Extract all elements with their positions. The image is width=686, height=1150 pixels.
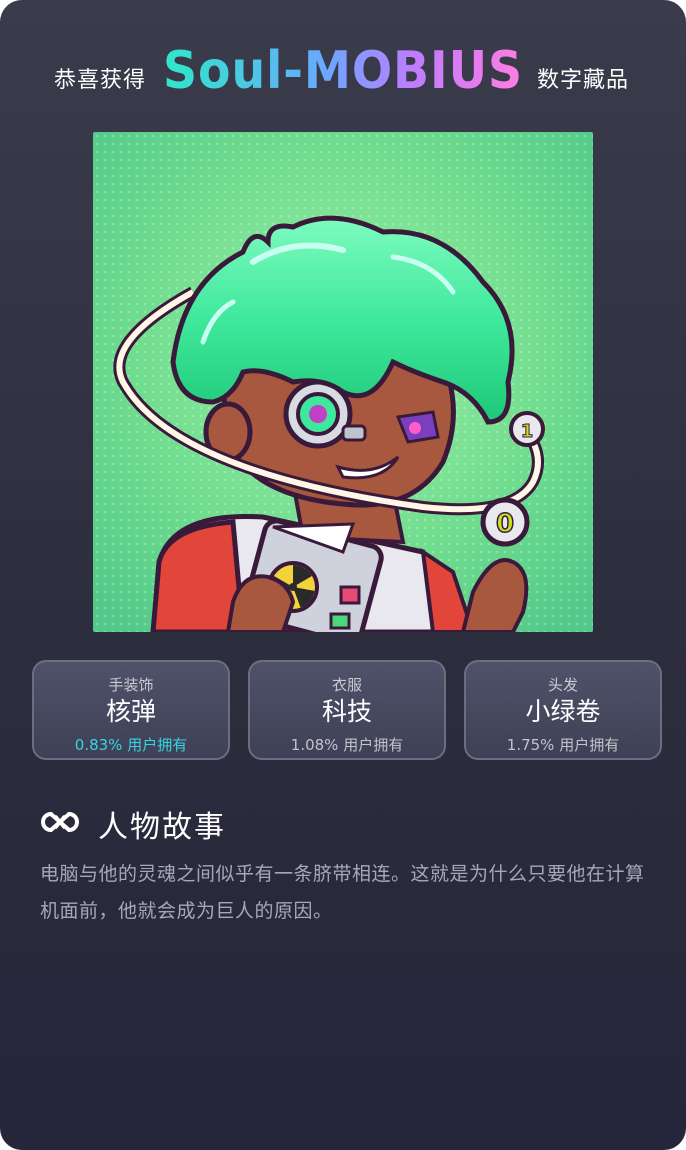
svg-text:1: 1 <box>521 421 534 442</box>
soul-mobius-logo: Soul-MOBIUS <box>163 41 523 100</box>
nft-card: 恭喜获得 Soul-MOBIUS 数字藏品 0 1 手装饰 核弹 0.83% 用… <box>0 0 686 1150</box>
trait-list: 手装饰 核弹 0.83% 用户拥有 衣服 科技 1.08% 用户拥有 头发 小绿… <box>32 660 664 762</box>
trait-ownership: 1.75% 用户拥有 <box>506 736 620 754</box>
trait-ownership: 0.83% 用户拥有 <box>74 736 188 754</box>
story-text: 电脑与他的灵魂之间似乎有一条脐带相连。这就是为什么只要他在计算机面前，他就会成为… <box>40 863 645 922</box>
logo-text: Soul-MOBIUS <box>163 41 523 100</box>
header-suffix: 数字藏品 <box>537 68 630 93</box>
story-header: 人物故事 <box>40 800 640 850</box>
header-prefix: 恭喜获得 <box>54 68 147 93</box>
header: 恭喜获得 Soul-MOBIUS 数字藏品 <box>0 34 686 104</box>
story-title: 人物故事 <box>98 810 226 845</box>
trait-card-hair[interactable]: 头发 小绿卷 1.75% 用户拥有 <box>464 660 662 760</box>
nft-artwork: 0 1 <box>93 132 593 632</box>
trait-ownership: 1.08% 用户拥有 <box>290 736 404 754</box>
trait-value: 小绿卷 <box>525 697 601 726</box>
trait-value: 核弹 <box>105 697 156 726</box>
trait-value: 科技 <box>321 697 372 726</box>
svg-text:0: 0 <box>496 509 514 539</box>
infinity-x-icon <box>41 811 79 833</box>
trait-card-clothing[interactable]: 衣服 科技 1.08% 用户拥有 <box>248 660 446 760</box>
trait-card-accessory[interactable]: 手装饰 核弹 0.83% 用户拥有 <box>32 660 230 760</box>
